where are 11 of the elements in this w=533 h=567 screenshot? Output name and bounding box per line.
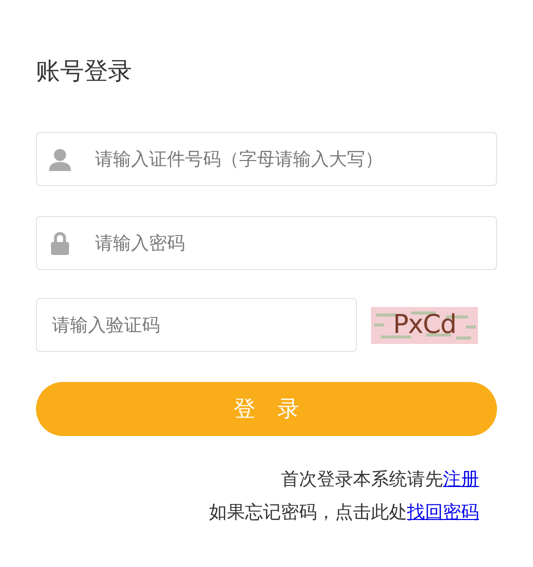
id-number-field[interactable]: 请输入证件号码（字母请输入大写） (36, 132, 497, 186)
captcha-image[interactable]: PxCd (371, 306, 478, 344)
help-text: 首次登录本系统请先注册 (281, 468, 479, 492)
page-title: 账号登录 (36, 56, 133, 87)
user-icon (48, 147, 72, 171)
lock-icon (50, 231, 70, 255)
password-field[interactable]: 请输入密码 (36, 216, 497, 270)
help-link[interactable]: 注册 (443, 469, 479, 490)
help-link[interactable]: 找回密码 (407, 502, 479, 523)
captcha-field[interactable]: 请输入验证码 (36, 298, 357, 352)
help-text: 如果忘记密码，点击此处找回密码 (209, 501, 479, 525)
